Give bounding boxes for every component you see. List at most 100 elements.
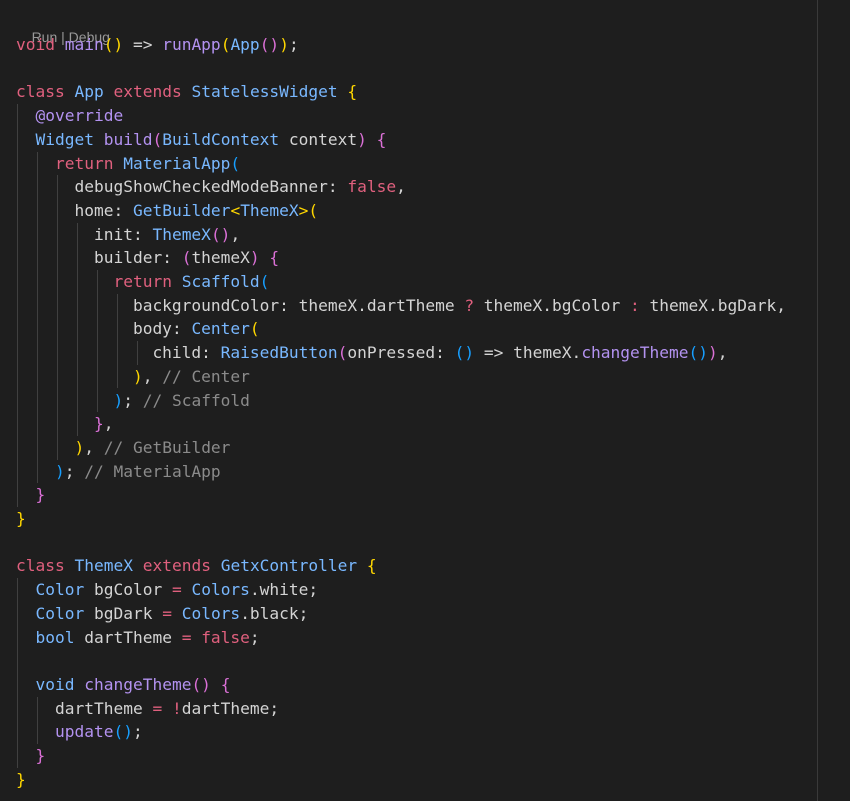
- code-token: ;: [123, 390, 143, 410]
- code-token: ): [279, 35, 289, 54]
- code-token: ,: [396, 177, 406, 197]
- code-token: onPressed: [347, 343, 436, 363]
- code-token: return: [113, 272, 172, 291]
- code-token: (): [210, 224, 231, 244]
- code-token: BuildContext: [162, 129, 280, 149]
- code-token: extends: [142, 556, 211, 576]
- code-editor[interactable]: Run | Debug void main() => runApp(App())…: [0, 0, 850, 801]
- code-token: extends: [113, 82, 182, 102]
- code-line: void main() => runApp(App());: [16, 33, 299, 57]
- code-line: },: [16, 412, 114, 436]
- code-token: builder: [16, 248, 163, 268]
- code-token: false: [347, 177, 397, 197]
- code-line: ); // MaterialApp: [16, 460, 221, 484]
- code-token: update: [54, 722, 114, 742]
- code-line: Color bgDark = Colors.black;: [16, 602, 309, 626]
- code-line: }: [16, 768, 26, 792]
- code-token: ,: [103, 414, 114, 434]
- code-token: (): [113, 722, 133, 742]
- code-token: MaterialApp: [123, 153, 231, 173]
- code-token: : themeX.dartTheme: [279, 295, 465, 315]
- code-token: GetxController: [220, 556, 358, 576]
- code-token: Colors: [181, 603, 241, 623]
- code-token: =>: [474, 343, 514, 363]
- code-token: bgDark: [84, 603, 163, 623]
- code-line: }: [16, 483, 46, 507]
- code-token: (): [454, 343, 475, 363]
- code-token: return: [54, 153, 114, 173]
- code-token: themeX: [191, 248, 250, 268]
- code-token: // MaterialApp: [84, 461, 221, 481]
- code-token: >: [298, 200, 309, 220]
- code-token: (: [259, 272, 270, 291]
- code-token: (): [688, 343, 709, 363]
- code-token: ): [54, 461, 65, 481]
- code-line: bool dartTheme = false;: [16, 626, 260, 650]
- code-token: void: [35, 674, 75, 694]
- code-token: // Scaffold: [142, 390, 250, 410]
- code-token: =>: [123, 35, 163, 54]
- code-token: dartTheme: [74, 627, 182, 647]
- code-line: init: ThemeX(),: [16, 223, 240, 247]
- code-token: :: [171, 319, 192, 339]
- code-token: // GetBuilder: [103, 437, 231, 457]
- code-line: class App extends StatelessWidget {: [16, 80, 357, 104]
- code-token: :: [435, 343, 455, 363]
- code-token: ;: [132, 722, 143, 742]
- code-token: Widget: [35, 129, 94, 149]
- code-token: changeTheme: [84, 674, 192, 694]
- code-line: Color bgColor = Colors.white;: [16, 578, 319, 602]
- code-token: {: [220, 674, 231, 694]
- code-token: }: [35, 746, 46, 765]
- code-token: =: [171, 580, 182, 600]
- code-token: .white;: [249, 580, 319, 600]
- code-token: =: [152, 698, 163, 718]
- code-token: void: [16, 35, 55, 54]
- code-token: bgColor: [84, 580, 172, 600]
- code-token: }: [93, 414, 104, 434]
- code-token: ): [249, 248, 260, 268]
- code-line: body: Center(: [16, 317, 260, 341]
- code-token: themeX.: [513, 343, 582, 363]
- code-token: :: [113, 200, 133, 220]
- code-token: themeX.bgDark,: [639, 295, 786, 315]
- code-token: ): [357, 129, 367, 149]
- code-token: // Center: [162, 366, 250, 386]
- code-token: dartTheme;: [181, 698, 280, 718]
- code-token: bool: [35, 627, 75, 647]
- code-token: ): [113, 390, 124, 410]
- code-token: (: [230, 153, 241, 173]
- code-token: {: [366, 556, 377, 576]
- code-token: build: [103, 129, 153, 149]
- code-token: <: [230, 200, 241, 220]
- code-token: Colors: [191, 580, 250, 600]
- code-token: App: [74, 82, 104, 102]
- code-line: return MaterialApp(: [16, 152, 240, 176]
- code-token: ThemeX: [240, 200, 299, 220]
- code-line: class ThemeX extends GetxController {: [16, 554, 377, 578]
- code-token: main: [64, 35, 104, 54]
- code-token: ?: [464, 295, 475, 315]
- code-line: update();: [16, 720, 143, 744]
- code-line: ), // Center: [16, 365, 250, 389]
